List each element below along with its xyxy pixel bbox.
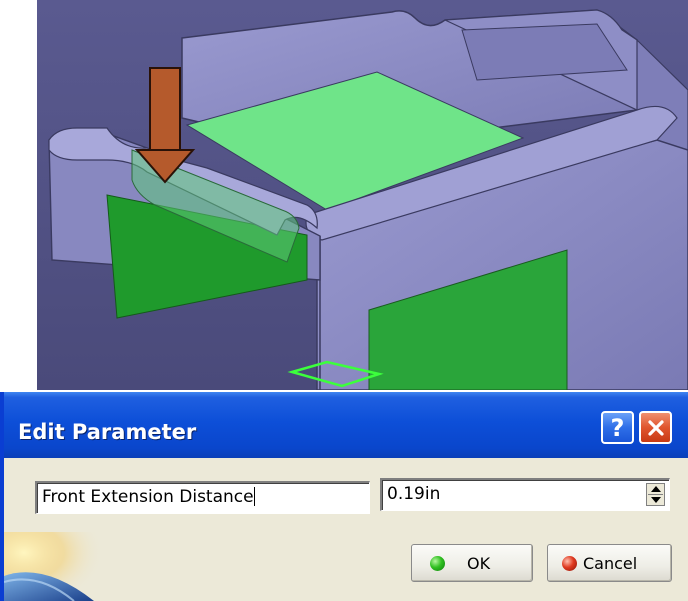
dialog-titlebar[interactable]: Edit Parameter ?: [4, 392, 688, 458]
value-spinner[interactable]: [646, 483, 665, 506]
help-button[interactable]: ?: [601, 411, 634, 444]
ok-button[interactable]: OK: [411, 544, 533, 582]
red-status-icon: [562, 555, 577, 571]
edit-parameter-dialog: Edit Parameter ? Front Extension Distanc…: [0, 392, 688, 601]
parameter-name-text: Front Extension Distance: [42, 487, 254, 507]
close-icon: [647, 419, 664, 436]
dialog-body: Front Extension Distance 0.19in OK Cance…: [4, 458, 688, 601]
parameter-value-text: 0.19in: [387, 484, 441, 504]
arrow-up-icon[interactable]: [647, 484, 664, 494]
catia-logo-icon: [4, 532, 104, 601]
green-status-icon: [430, 555, 445, 571]
parameter-value-field[interactable]: 0.19in: [380, 478, 670, 511]
dialog-title: Edit Parameter: [18, 420, 197, 444]
parameter-name-field[interactable]: Front Extension Distance: [35, 481, 370, 514]
cancel-label: Cancel: [583, 553, 638, 573]
ok-label: OK: [467, 553, 491, 573]
text-caret: [253, 487, 255, 506]
cancel-button[interactable]: Cancel: [547, 544, 672, 582]
help-icon: ?: [610, 413, 625, 442]
3d-viewport[interactable]: [37, 0, 688, 390]
part-model-icon: [37, 0, 688, 390]
close-button[interactable]: [639, 411, 672, 444]
arrow-down-icon[interactable]: [647, 495, 664, 505]
